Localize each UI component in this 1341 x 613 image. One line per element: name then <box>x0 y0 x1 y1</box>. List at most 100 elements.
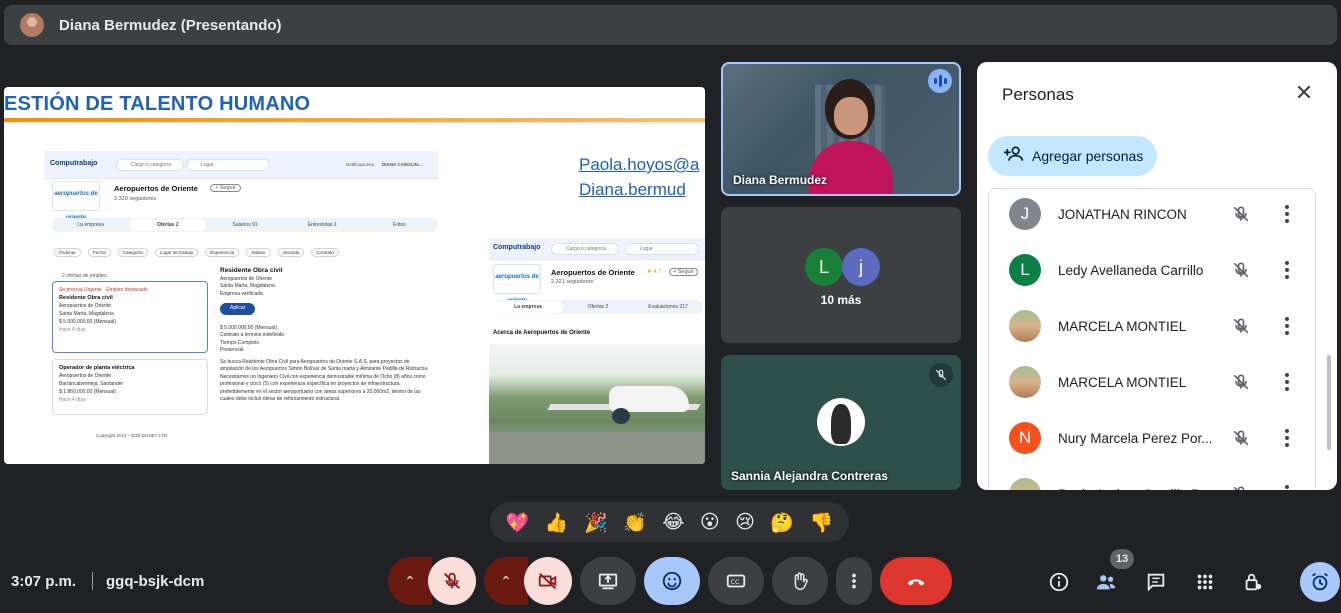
job-portal-screenshot: Computrabajo Cargo o categoría Lugar Not… <box>44 151 439 451</box>
more-vert-icon[interactable] <box>1279 482 1295 490</box>
reaction-emoji[interactable]: 💖 <box>506 511 530 534</box>
participant-row[interactable]: MARCELA MONTIEL <box>989 354 1315 410</box>
activities-button[interactable] <box>1193 570 1217 594</box>
airplane-photo <box>489 344 705 464</box>
apps-grid-icon <box>1197 574 1213 590</box>
mic-off-icon <box>1229 426 1253 450</box>
present-screen-button[interactable] <box>580 557 636 605</box>
close-icon[interactable]: ✕ <box>1293 82 1315 104</box>
participant-name: Sannia Alejandra Contreras <box>731 469 888 483</box>
speaker-name: Diana Bermudez <box>733 173 828 187</box>
more-vert-icon[interactable] <box>1279 202 1295 226</box>
participant-row[interactable]: L Ledy Avellaneda Carrillo <box>989 242 1315 298</box>
panel-scrollbar[interactable] <box>1327 355 1331 450</box>
job-detail: Residente Obra civil Aeropuertos de Orie… <box>220 267 429 402</box>
company-logo: aeropuertos de oriente <box>52 181 100 221</box>
participant-name: MARCELA MONTIEL <box>1058 318 1187 334</box>
speaker-tile[interactable]: Diana Bermudez <box>721 62 961 196</box>
mic-off-icon <box>1229 314 1253 338</box>
reaction-emoji[interactable]: 👏 <box>623 511 647 534</box>
participant-name: JONATHAN RINCON <box>1058 206 1187 222</box>
slide-email-2: Diana.bermud <box>579 180 686 199</box>
avatar <box>1009 478 1041 490</box>
participant-row[interactable]: J JONATHAN RINCON <box>989 189 1315 242</box>
present-icon <box>598 573 618 590</box>
more-options-button[interactable] <box>836 557 872 605</box>
reactions-bar: 💖 👍 🎉 👏 😂 😮 😢 🤔 👎 <box>490 502 849 542</box>
video-options-button[interactable]: ⌃ <box>484 557 528 605</box>
participant-name: Paola Andrea Castillo R... <box>1058 487 1212 491</box>
more-vert-icon[interactable] <box>1279 370 1295 394</box>
more-vert-icon[interactable] <box>1279 258 1295 282</box>
timer-button[interactable] <box>1300 562 1340 602</box>
reaction-emoji[interactable]: 👎 <box>810 511 834 534</box>
avatar: L <box>1009 254 1041 286</box>
reaction-emoji[interactable]: 😢 <box>735 511 755 533</box>
participant-row[interactable]: MARCELA MONTIEL <box>989 298 1315 354</box>
chat-button[interactable] <box>1144 570 1168 594</box>
slide-heading: ESTIÓN DE TALENTO HUMANO <box>4 93 311 115</box>
mic-off-icon <box>444 572 460 589</box>
follow-button: + Seguir <box>210 184 241 192</box>
add-people-button[interactable]: Agregar personas <box>988 136 1158 176</box>
captions-icon: CC <box>726 574 746 588</box>
filters-row: Ordenar Fecha Categoría Lugar de trabajo Exp… <box>54 248 339 257</box>
participant-row[interactable]: N Nury Marcela Perez Por... <box>989 410 1315 466</box>
reaction-emoji[interactable]: 😮 <box>700 511 720 533</box>
chat-icon <box>1147 573 1165 592</box>
mic-off-icon <box>1229 370 1253 394</box>
presenter-title: Diana Bermudez (Presentando) <box>59 16 282 34</box>
camera-off-icon <box>538 572 557 590</box>
participant-name: Nury Marcela Perez Por... <box>1058 430 1213 446</box>
reaction-emoji[interactable]: 👍 <box>545 511 569 534</box>
presentation-slide: ESTIÓN DE TALENTO HUMANO Paola.hoyos@a D… <box>4 87 705 464</box>
chevron-up-icon: ⌃ <box>404 572 416 589</box>
participants-list: J JONATHAN RINCON L Ledy Avellaneda Carrill… <box>988 188 1316 490</box>
captions-button[interactable]: CC <box>708 557 764 605</box>
more-participants-label: 10 más <box>820 293 862 307</box>
add-people-label: Agregar personas <box>1032 148 1144 164</box>
avatar <box>817 398 865 446</box>
host-controls-button[interactable] <box>1241 570 1265 594</box>
company-profile-screenshot: Computrabajo Cargo o categoría Lugar aer… <box>489 238 705 464</box>
meeting-info-button[interactable] <box>1047 570 1071 594</box>
reactions-button[interactable] <box>644 557 700 605</box>
svg-text:CC: CC <box>731 578 740 586</box>
meeting-code: ggq-bsjk-dcm <box>106 573 205 590</box>
others-tile[interactable]: L j 10 más <box>721 207 961 343</box>
job-card-2: Operador de planta eléctrica Aeropuertos… <box>52 359 208 415</box>
company-tabs: La empresa Ofertas 2 Salarios 91 Entrevista… <box>52 218 438 232</box>
speaking-indicator-icon <box>928 69 952 93</box>
avatar: J <box>1009 198 1041 230</box>
audio-options-button[interactable]: ⌃ <box>388 557 432 605</box>
panel-title: Personas <box>1002 85 1074 104</box>
presenter-bar: Diana Bermudez (Presentando) <box>4 5 1337 45</box>
emoji-icon <box>662 571 682 591</box>
raise-hand-button[interactable] <box>772 557 828 605</box>
participant-name: MARCELA MONTIEL <box>1058 374 1187 390</box>
avatar: j <box>842 248 880 286</box>
more-vert-icon <box>852 573 856 589</box>
people-icon <box>1096 575 1116 590</box>
mic-off-icon <box>1229 202 1253 226</box>
clock: 3:07 p.m. <box>11 573 77 590</box>
mic-toggle-button[interactable] <box>428 557 476 605</box>
leave-call-button[interactable] <box>880 557 952 605</box>
people-panel: Personas ✕ Agregar personas J JONATHAN RI… <box>977 62 1337 490</box>
people-button[interactable] <box>1094 570 1118 594</box>
info-icon <box>1049 572 1069 592</box>
participant-name: Ledy Avellaneda Carrillo <box>1058 262 1204 278</box>
camera-toggle-button[interactable] <box>524 557 572 605</box>
job-card-1: Se precisa Urgente · Empleo destacado Re… <box>52 281 208 353</box>
participant-tile[interactable]: Sannia Alejandra Contreras <box>721 355 961 490</box>
place-search-field: Lugar <box>186 159 270 171</box>
reaction-emoji[interactable]: 🤔 <box>770 511 794 534</box>
more-vert-icon[interactable] <box>1279 426 1295 450</box>
lock-person-icon <box>1245 573 1262 591</box>
more-vert-icon[interactable] <box>1279 314 1295 338</box>
reaction-emoji[interactable]: 🎉 <box>584 511 608 534</box>
company-name: Aeropuertos de Oriente <box>114 184 198 193</box>
participant-row[interactable]: Paola Andrea Castillo R... <box>989 466 1315 491</box>
reaction-emoji[interactable]: 😂 <box>662 511 684 533</box>
mic-off-icon <box>1229 258 1253 282</box>
